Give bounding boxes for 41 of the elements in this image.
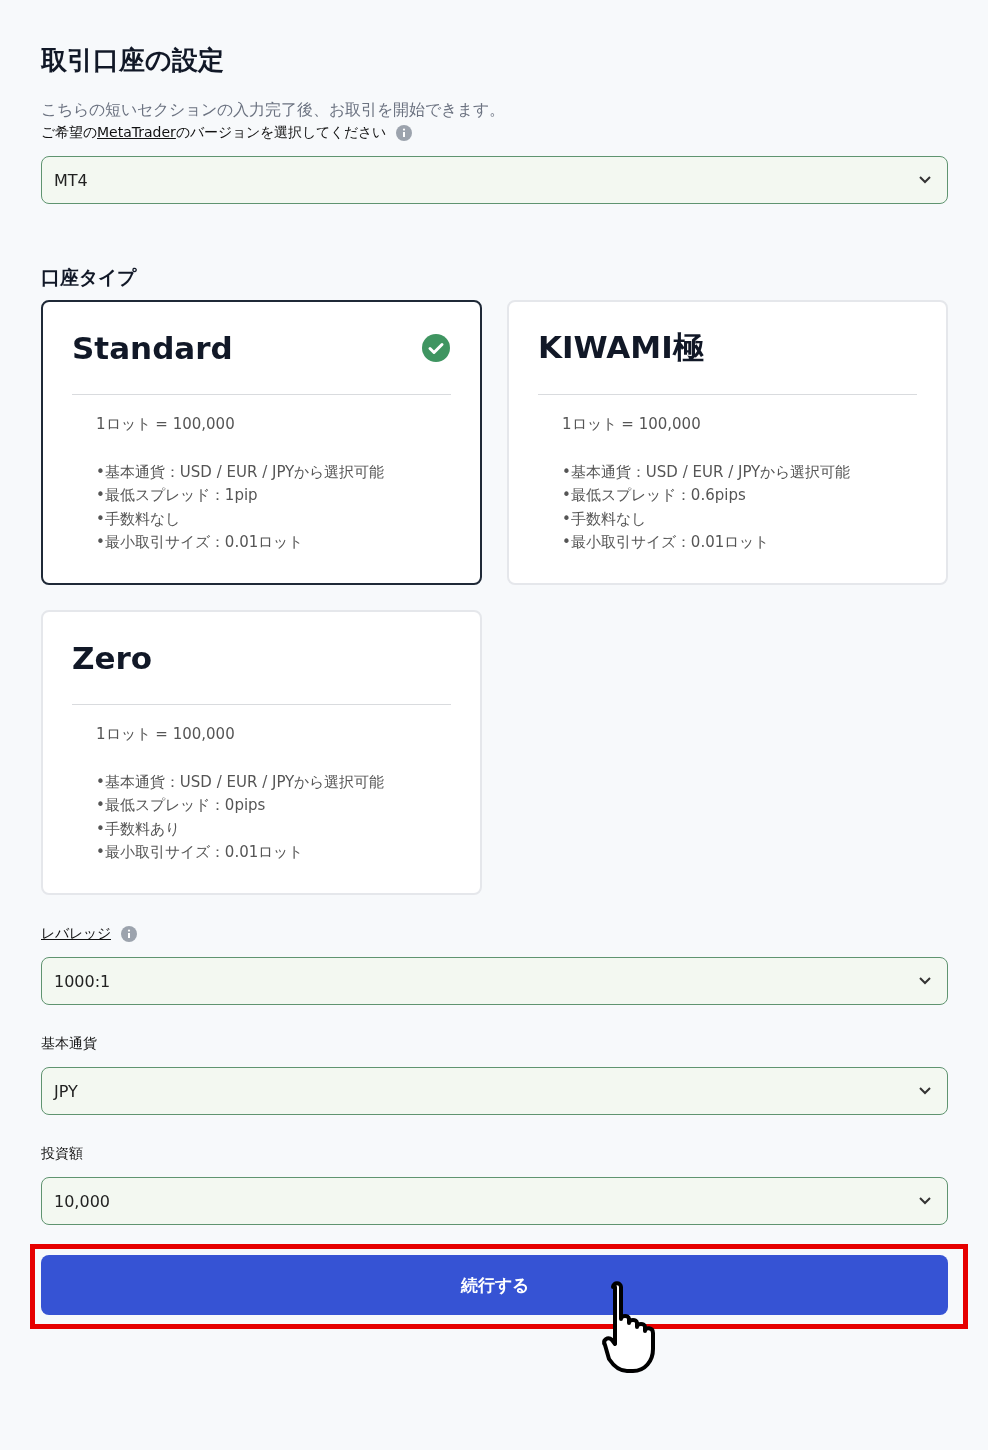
- account-type-card[interactable]: KIWAMI極 1ロット = 100,000 •基本通貨：USD / EUR / JPYから選択可能 •最低スプレッド：0.6pips •手数料なし •最小取引サイズ：0.01ロット: [507, 300, 948, 585]
- chevron-down-icon: [919, 1087, 931, 1095]
- card-title: KIWAMI極: [538, 328, 704, 367]
- account-type-card[interactable]: Standard 1ロット = 100,000 •基本通貨：USD / EUR / JPYから選択可能 •最低スプレッド：1pip •手数料なし •最小取引サイズ：0.01ロット: [41, 300, 482, 585]
- feature-text: •最低スプレッド：1pip: [96, 485, 259, 506]
- dropdown-select[interactable]: 10,000: [41, 1177, 948, 1225]
- field-label: ご希望のMetaTraderのバージョンを選択してください: [41, 124, 386, 142]
- check-icon: [421, 333, 451, 363]
- dropdown-select[interactable]: JPY: [41, 1067, 948, 1115]
- feature-text: •手数料なし: [562, 508, 647, 530]
- field-label: 投資額: [41, 1145, 83, 1163]
- lot-text: 1ロット = 100,000: [562, 414, 702, 435]
- continue-button[interactable]: 続行する: [41, 1255, 948, 1315]
- card-title: Standard: [72, 330, 233, 366]
- info-icon[interactable]: [121, 926, 137, 942]
- field-label: 基本通貨: [41, 1035, 97, 1053]
- lot-text: 1ロット = 100,000: [96, 724, 236, 745]
- intro-text: こちらの短いセクションの入力完了後、お取引を開始できます。: [41, 99, 506, 121]
- dropdown-select[interactable]: 1000:1: [41, 957, 948, 1005]
- feature-text: •基本通貨：USD / EUR / JPYから選択可能: [96, 461, 386, 483]
- lot-text: 1ロット = 100,000: [96, 414, 236, 435]
- feature-text: •基本通貨：USD / EUR / JPYから選択可能: [562, 461, 852, 483]
- feature-text: •手数料あり: [96, 818, 181, 840]
- section-heading: 口座タイプ: [41, 265, 138, 290]
- field-label: レバレッジ: [41, 925, 111, 943]
- feature-text: •最小取引サイズ：0.01ロット: [96, 842, 305, 863]
- card-title: Zero: [72, 640, 153, 676]
- platform-select[interactable]: MT4: [41, 156, 948, 204]
- feature-text: •最低スプレッド：0.6pips: [562, 485, 747, 506]
- chevron-down-icon: [919, 977, 931, 985]
- chevron-down-icon: [919, 1197, 931, 1205]
- feature-text: •最低スプレッド：0pips: [96, 795, 267, 816]
- feature-text: •最小取引サイズ：0.01ロット: [562, 532, 771, 553]
- feature-text: •手数料なし: [96, 508, 181, 530]
- chevron-down-icon: [919, 176, 931, 184]
- page-title: 取引口座の設定: [41, 44, 225, 77]
- info-icon[interactable]: [395, 125, 412, 141]
- feature-text: •基本通貨：USD / EUR / JPYから選択可能: [96, 771, 386, 793]
- metatrader-link[interactable]: MetaTrader: [97, 124, 176, 140]
- account-type-card[interactable]: Zero 1ロット = 100,000 •基本通貨：USD / EUR / JPYから選択可能 •最低スプレッド：0pips •手数料あり •最小取引サイズ：0.01ロット: [41, 610, 482, 895]
- feature-text: •最小取引サイズ：0.01ロット: [96, 532, 305, 553]
